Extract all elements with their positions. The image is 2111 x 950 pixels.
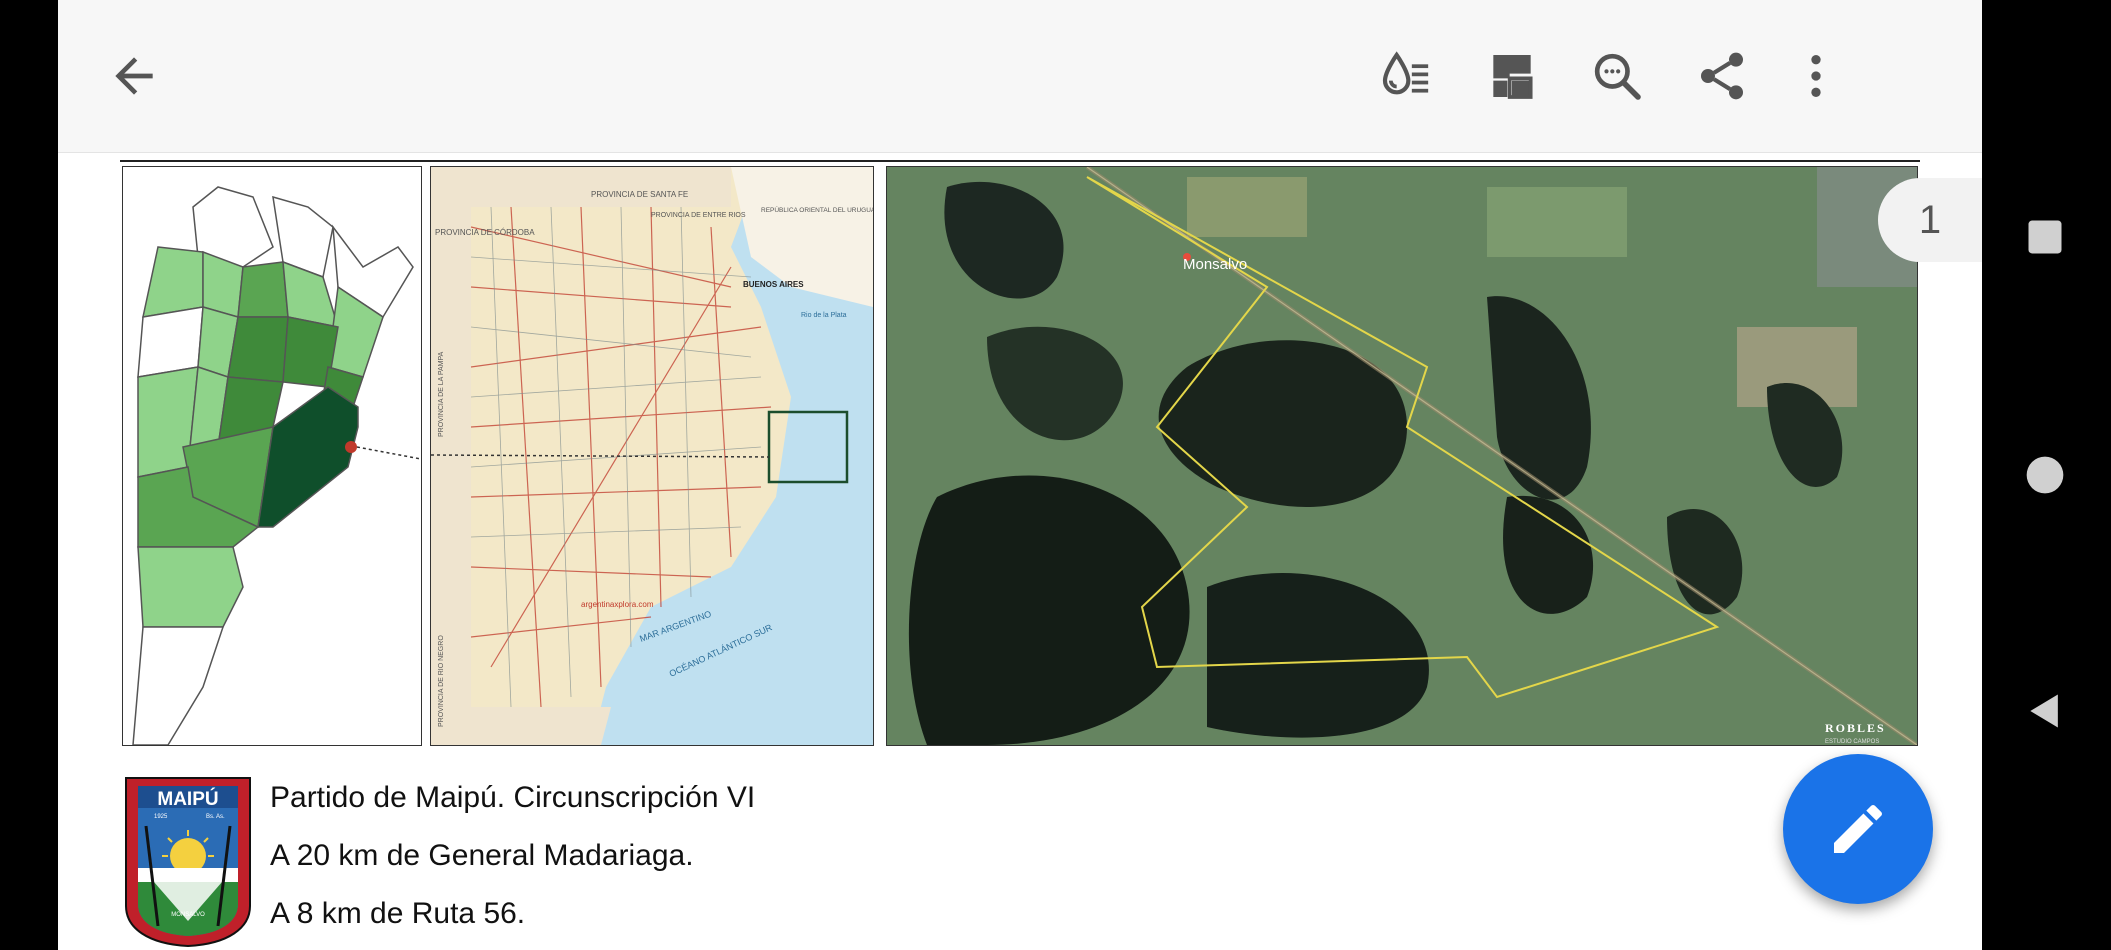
share-button[interactable] — [1682, 36, 1762, 116]
nav-triangle-icon — [2030, 694, 2058, 728]
edit-pencil-icon — [1834, 804, 1882, 853]
satellite-graphic: Monsalvo ROBLES ESTUDIO CAMPOS — [887, 167, 1917, 745]
reading-mode-icon — [1382, 51, 1429, 95]
crest-year: 1925 — [154, 814, 168, 820]
info-line-distance-ruta: A 8 km de Ruta 56. — [270, 897, 526, 930]
buenos-aires-road-map: PROVINCIA DE SANTA FE PROVINCIA DE CÓRDO… — [430, 166, 874, 746]
maipu-crest-logo: MAIPÚ 1925 Bs. As. MONSALVO — [125, 777, 251, 948]
argentina-province-map — [122, 166, 422, 746]
label-robles: ROBLES — [1825, 721, 1886, 735]
label-cordoba: PROVINCIA DE CÓRDOBA — [435, 228, 535, 237]
label-entre-rios: PROVINCIA DE ENTRE RIOS — [651, 212, 746, 219]
crest-locality: MONSALVO — [171, 912, 205, 918]
satellite-map: Monsalvo ROBLES ESTUDIO CAMPOS — [886, 166, 1918, 746]
label-santa-fe: PROVINCIA DE SANTA FE — [591, 190, 688, 199]
label-monsalvo: Monsalvo — [1183, 256, 1247, 273]
page-number: 1 — [1918, 197, 1942, 242]
more-options-button[interactable] — [1776, 36, 1856, 116]
label-website: argentinaxplora.com — [581, 600, 654, 609]
province-map-graphic — [123, 167, 421, 745]
road-map-graphic: PROVINCIA DE SANTA FE PROVINCIA DE CÓRDO… — [431, 167, 873, 745]
info-text-block: Partido de Maipú. Circunscripción VI A 2… — [270, 776, 1170, 950]
label-buenos-aires: BUENOS AIRES — [743, 280, 804, 289]
search-icon — [1594, 53, 1641, 100]
page-number-badge[interactable]: 1 — [1878, 178, 1982, 262]
top-toolbar — [58, 0, 1982, 153]
search-button[interactable] — [1577, 36, 1657, 116]
bookmark-icon — [1493, 55, 1533, 99]
reading-mode-button[interactable] — [1366, 36, 1446, 116]
share-icon — [1701, 52, 1743, 100]
label-la-pampa: PROVINCIA DE LA PAMPA — [438, 351, 445, 437]
nav-home-button[interactable] — [2020, 450, 2070, 500]
page-top-rule — [120, 160, 1920, 162]
label-rio-plata: Rio de la Plata — [801, 312, 847, 319]
info-line-distance-madariaga: A 20 km de General Madariaga. — [270, 839, 694, 872]
label-uruguay: REPÚBLICA ORIENTAL DEL URUGUAY — [761, 205, 873, 214]
more-vert-icon — [1811, 55, 1821, 97]
crest-province: Bs. As. — [206, 814, 225, 820]
bookmark-button[interactable] — [1472, 36, 1552, 116]
nav-back-button[interactable] — [2020, 686, 2070, 736]
nav-recents-button[interactable] — [2020, 212, 2070, 262]
label-robles-sub: ESTUDIO CAMPOS — [1825, 739, 1879, 745]
nav-square-icon — [2028, 220, 2062, 254]
crest-name: MAIPÚ — [157, 788, 218, 810]
edit-fab-button[interactable] — [1783, 754, 1933, 904]
info-line-district: Partido de Maipú. Circunscripción VI — [270, 781, 756, 814]
back-arrow-icon — [115, 57, 153, 95]
back-button[interactable] — [94, 36, 174, 116]
nav-circle-icon — [2026, 456, 2064, 494]
label-rio-negro: PROVINCIA DE RIO NEGRO — [438, 635, 445, 727]
app-screen: PROVINCIA DE SANTA FE PROVINCIA DE CÓRDO… — [58, 0, 1982, 950]
